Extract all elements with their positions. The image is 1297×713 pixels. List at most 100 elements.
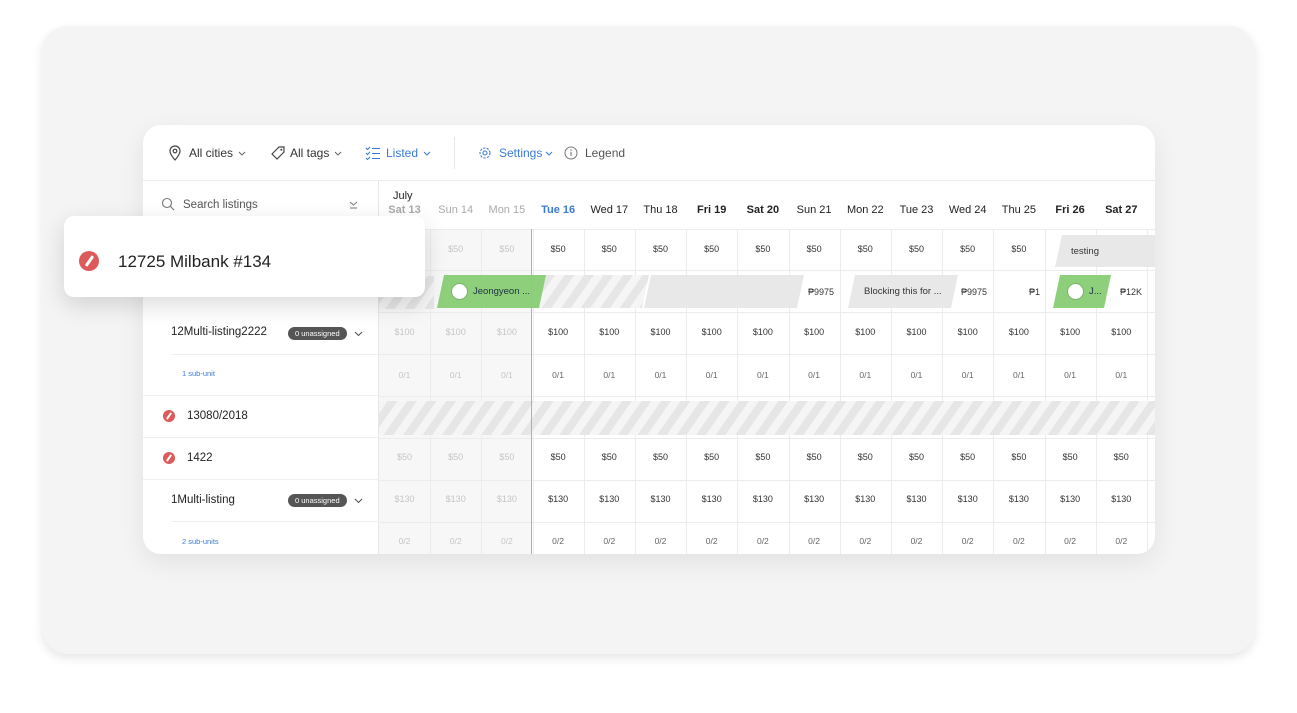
occupancy-cell[interactable]: 0/1	[840, 370, 891, 380]
price-cell[interactable]: $100	[993, 327, 1044, 337]
block-event[interactable]	[644, 275, 804, 308]
price-cell[interactable]: $50	[430, 244, 481, 254]
price-cell[interactable]: $50	[942, 244, 993, 254]
price-cell[interactable]: $100	[942, 327, 993, 337]
price-cell[interactable]: $50	[1045, 452, 1096, 462]
occupancy-cell[interactable]: 0/2	[891, 536, 942, 546]
subunit-row[interactable]: 2 sub-units	[143, 522, 379, 554]
price-cell[interactable]: $50	[737, 244, 788, 254]
price-cell[interactable]: $50	[686, 452, 737, 462]
price-cell[interactable]: $130	[789, 494, 840, 504]
cities-filter[interactable]: All cities	[168, 143, 246, 163]
price-cell[interactable]: $100	[789, 327, 840, 337]
settings-button[interactable]: Settings	[478, 143, 553, 163]
price-cell[interactable]: $130	[584, 494, 635, 504]
price-cell[interactable]: $50	[635, 244, 686, 254]
subunit-link[interactable]: 2 sub-units	[182, 537, 219, 546]
subunit-link[interactable]: 1 sub-unit	[182, 369, 215, 378]
price-cell[interactable]: $50	[686, 244, 737, 254]
price-cell[interactable]: $100	[840, 327, 891, 337]
price-cell[interactable]: $50	[789, 452, 840, 462]
price-cell[interactable]: $100	[481, 327, 532, 337]
subunit-row[interactable]: 1 sub-unit	[143, 354, 379, 396]
listing-row[interactable]: 1Multi-listing 0 unassigned	[143, 480, 379, 522]
price-cell[interactable]: $100	[1096, 327, 1147, 337]
listing-row[interactable]: 1422	[143, 438, 379, 480]
price-cell[interactable]: $50	[379, 452, 430, 462]
price-cell[interactable]: $130	[942, 494, 993, 504]
occupancy-cell[interactable]: 0/1	[1096, 370, 1147, 380]
price-cell[interactable]: ₱12K	[1120, 287, 1142, 297]
price-cell[interactable]: $50	[891, 244, 942, 254]
occupancy-cell[interactable]: 0/2	[533, 536, 584, 546]
price-cell[interactable]: $100	[1045, 327, 1096, 337]
price-cell[interactable]: $130	[1096, 494, 1147, 504]
price-cell[interactable]: $100	[635, 327, 686, 337]
price-cell[interactable]: $50	[584, 244, 635, 254]
occupancy-cell[interactable]: 0/2	[584, 536, 635, 546]
price-cell[interactable]: $100	[430, 327, 481, 337]
occupancy-cell[interactable]: 0/1	[942, 370, 993, 380]
price-cell[interactable]: $50	[481, 452, 532, 462]
price-cell[interactable]: $130	[430, 494, 481, 504]
occupancy-cell[interactable]: 0/2	[481, 536, 532, 546]
price-cell[interactable]: $50	[430, 452, 481, 462]
price-cell[interactable]: $100	[737, 327, 788, 337]
occupancy-cell[interactable]: 0/2	[686, 536, 737, 546]
listing-row[interactable]: 13080/2018	[143, 396, 379, 438]
price-cell[interactable]: ₱9975	[961, 287, 987, 297]
occupancy-cell[interactable]: 0/1	[891, 370, 942, 380]
occupancy-cell[interactable]: 0/1	[533, 370, 584, 380]
price-cell[interactable]: $50	[635, 452, 686, 462]
price-cell[interactable]: $50	[1096, 452, 1147, 462]
legend-button[interactable]: Legend	[564, 143, 625, 163]
price-cell[interactable]: $100	[891, 327, 942, 337]
price-cell[interactable]: $100	[379, 327, 430, 337]
occupancy-cell[interactable]: 0/2	[1045, 536, 1096, 546]
price-cell[interactable]: $50	[584, 452, 635, 462]
occupancy-cell[interactable]: 0/1	[584, 370, 635, 380]
price-cell[interactable]: $130	[635, 494, 686, 504]
price-cell[interactable]: $50	[533, 244, 584, 254]
occupancy-cell[interactable]: 0/2	[993, 536, 1044, 546]
occupancy-cell[interactable]: 0/2	[430, 536, 481, 546]
price-cell[interactable]: $130	[481, 494, 532, 504]
occupancy-cell[interactable]: 0/2	[379, 536, 430, 546]
occupancy-cell[interactable]: 0/1	[635, 370, 686, 380]
price-cell[interactable]: $50	[481, 244, 532, 254]
price-cell[interactable]: $100	[584, 327, 635, 337]
occupancy-cell[interactable]: 0/2	[840, 536, 891, 546]
price-cell[interactable]: $50	[840, 244, 891, 254]
occupancy-cell[interactable]: 0/1	[993, 370, 1044, 380]
price-cell[interactable]: $50	[942, 452, 993, 462]
occupancy-cell[interactable]: 0/2	[942, 536, 993, 546]
price-cell[interactable]: $50	[993, 452, 1044, 462]
occupancy-cell[interactable]: 0/2	[737, 536, 788, 546]
price-cell[interactable]: $50	[993, 244, 1044, 254]
occupancy-cell[interactable]: 0/1	[737, 370, 788, 380]
price-cell[interactable]: $50	[737, 452, 788, 462]
occupancy-cell[interactable]: 0/1	[1045, 370, 1096, 380]
price-cell[interactable]: $130	[379, 494, 430, 504]
listing-row[interactable]: 12Multi-listing2222 0 unassigned	[143, 312, 379, 354]
reservation[interactable]: J...	[1053, 275, 1111, 308]
listed-filter[interactable]: Listed	[365, 143, 431, 163]
price-cell[interactable]: $130	[993, 494, 1044, 504]
price-cell[interactable]: $50	[789, 244, 840, 254]
price-cell[interactable]: $50	[840, 452, 891, 462]
block-event[interactable]: testing	[1055, 235, 1155, 267]
price-cell[interactable]: $100	[686, 327, 737, 337]
tags-filter[interactable]: All tags	[270, 143, 342, 163]
occupancy-cell[interactable]: 0/1	[789, 370, 840, 380]
price-cell[interactable]: $50	[891, 452, 942, 462]
price-cell[interactable]: ₱9975	[808, 287, 834, 297]
price-cell[interactable]: $100	[533, 327, 584, 337]
occupancy-cell[interactable]: 0/1	[379, 370, 430, 380]
chevron-down-icon[interactable]	[354, 331, 363, 337]
occupancy-cell[interactable]: 0/1	[430, 370, 481, 380]
block-event[interactable]: Blocking this for ...	[848, 275, 958, 308]
listing-popup-card[interactable]: 12725 Milbank #134	[64, 216, 425, 297]
chevron-down-icon[interactable]	[354, 498, 363, 504]
occupancy-cell[interactable]: 0/1	[686, 370, 737, 380]
occupancy-cell[interactable]: 0/1	[481, 370, 532, 380]
